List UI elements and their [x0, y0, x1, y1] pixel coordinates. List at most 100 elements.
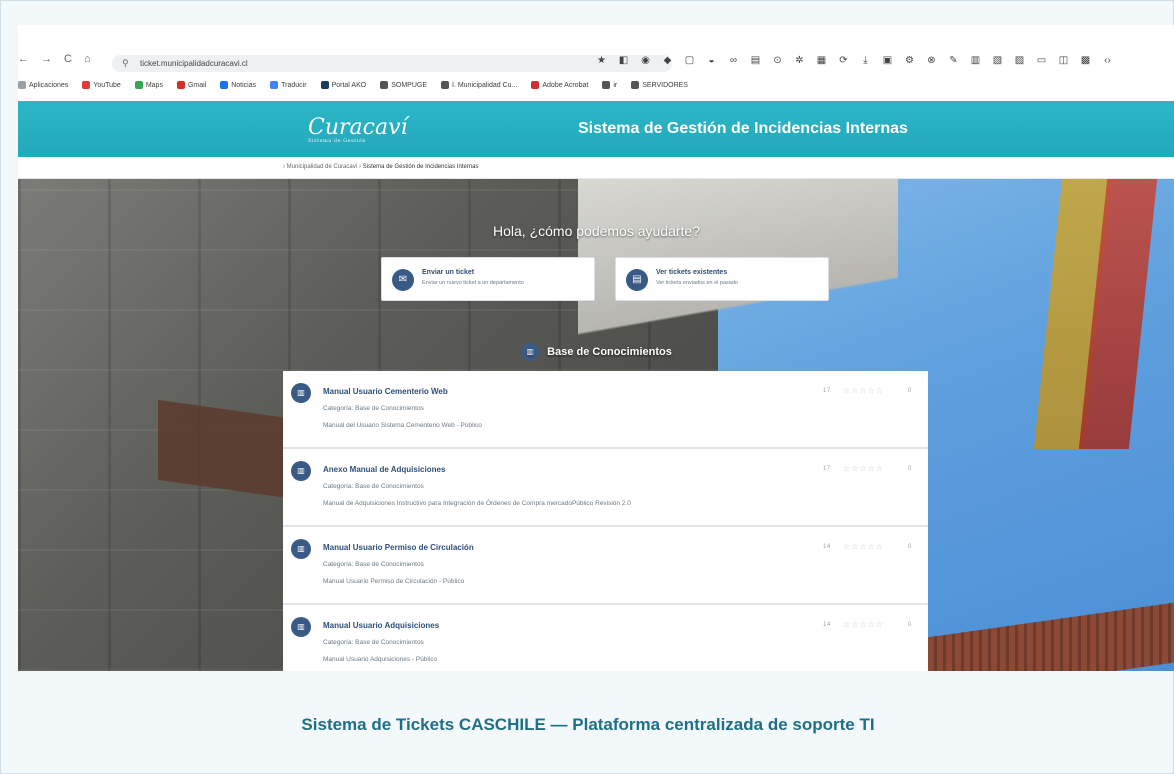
bookmark-item[interactable]: Traducir [270, 81, 307, 89]
kb-article-title[interactable]: Manual Usuario Adquisiciones [323, 621, 439, 630]
forward-button[interactable]: → [41, 53, 52, 65]
bookmark-favicon-icon [82, 81, 91, 89]
extension-icon[interactable]: ▢ [684, 55, 695, 66]
rating-stars-icon[interactable]: ☆☆☆☆☆ [843, 620, 884, 629]
rating-stars-icon[interactable]: ☆☆☆☆☆ [843, 542, 884, 551]
bookmark-item[interactable]: I. Municipalidad Cu... [441, 81, 517, 89]
send-ticket-subtitle: Enviar un nuevo ticket a un departamento [422, 280, 524, 286]
extension-icon[interactable]: ▨ [1014, 55, 1025, 66]
page-frame: ← → C ⌂ ⚲ ticket.municipalidadcuracavi.c… [0, 0, 1174, 774]
bookmark-favicon-icon [134, 81, 143, 89]
bookmark-item[interactable]: Portal AKO [320, 81, 366, 89]
site-logo[interactable]: Curacaví Sistema de Gestión [308, 115, 408, 144]
extension-icon[interactable]: ⟳ [838, 55, 849, 66]
kb-article-views: 0 [908, 466, 912, 472]
extension-icon[interactable]: ◉ [640, 55, 651, 66]
knowledge-base-heading: ▥ Base de Conocimientos [18, 343, 1174, 361]
breadcrumb-home-link[interactable]: Municipalidad de Curacaví [287, 164, 358, 170]
bookmark-label: SERVIDORES [642, 81, 688, 89]
extension-icon[interactable]: ◧ [618, 55, 629, 66]
kb-article-description: Manual de Adquisiciones Instructivo para… [323, 500, 631, 507]
kb-article-views: 0 [908, 622, 912, 628]
site-info-icon[interactable]: ⚲ [122, 58, 129, 69]
bookmark-item[interactable]: SERVIDORES [631, 81, 688, 89]
bookmark-favicon-icon [602, 81, 611, 89]
bookmark-label: Noticias [231, 81, 257, 89]
back-button[interactable]: ← [18, 53, 29, 65]
bookmark-item[interactable]: YouTube [82, 81, 121, 89]
kb-article[interactable]: ▥ Anexo Manual de Adquisiciones Categorí… [283, 449, 928, 527]
extension-icon[interactable]: ▩ [1080, 55, 1091, 66]
extension-icon[interactable]: ⊙ [772, 55, 783, 66]
kb-article[interactable]: ▥ Manual Usuario Cementerio Web Categorí… [283, 371, 928, 449]
home-button[interactable]: ⌂ [84, 53, 91, 65]
download-icon[interactable]: ⤓ [860, 55, 871, 66]
bookmark-label: Traducir [281, 81, 307, 89]
kb-article-description: Manual del Usuario Sistema Cementerio We… [323, 422, 482, 429]
screenshot: ← → C ⌂ ⚲ ticket.municipalidadcuracavi.c… [18, 25, 1174, 671]
url-text: ticket.municipalidadcuracavi.cl [140, 59, 248, 68]
bookmark-item[interactable]: Aplicaciones [18, 81, 68, 89]
extension-icon[interactable]: ▤ [750, 55, 761, 66]
kb-article-views: 0 [908, 544, 912, 550]
bookmark-star-icon[interactable]: ★ [596, 55, 607, 66]
ticket-list-icon: ▤ [626, 269, 648, 291]
kb-article-title[interactable]: Anexo Manual de Adquisiciones [323, 465, 445, 474]
bookmark-item[interactable]: SOMPUGE [380, 81, 427, 89]
browser-nav: ← → C ⌂ [18, 53, 91, 65]
kb-article[interactable]: ▥ Manual Usuario Permiso de Circulación … [283, 527, 928, 605]
address-bar[interactable]: ⚲ ticket.municipalidadcuracavi.cl [112, 55, 672, 72]
bookmark-label: Adobe Acrobat [542, 81, 589, 89]
view-tickets-subtitle: Ver tickets enviados en el pasado [656, 280, 738, 286]
kb-article-title[interactable]: Manual Usuario Cementerio Web [323, 387, 448, 396]
extension-icon[interactable]: ◫ [1058, 55, 1069, 66]
extension-icon[interactable]: ⊗ [926, 55, 937, 66]
bookmark-item[interactable]: Adobe Acrobat [531, 81, 588, 89]
extension-icon[interactable]: ▧ [992, 55, 1003, 66]
code-icon[interactable]: ‹› [1102, 55, 1113, 66]
bookmark-favicon-icon [220, 81, 229, 89]
bookmark-item[interactable]: ir [602, 81, 617, 89]
extension-icon[interactable]: ✎ [948, 55, 959, 66]
bookmark-favicon-icon [18, 81, 26, 89]
extension-icon[interactable]: ▣ [882, 55, 893, 66]
kb-article-category: Categoría: Base de Conocimientos [323, 561, 424, 568]
bookmark-label: Aplicaciones [29, 81, 69, 89]
book-icon: ▥ [291, 461, 311, 481]
bookmark-favicon-icon [441, 81, 449, 89]
extension-icon[interactable]: ∞ [728, 55, 739, 66]
kb-article-category: Categoría: Base de Conocimientos [323, 639, 424, 646]
send-ticket-card[interactable]: ✉ Enviar un ticket Enviar un nuevo ticke… [381, 257, 595, 301]
extension-icon[interactable]: ⚙ [904, 55, 915, 66]
extension-icon[interactable]: ▭ [1036, 55, 1047, 66]
kb-article-meta: 14 [823, 622, 831, 628]
breadcrumb: › Municipalidad de Curacaví › Sistema de… [18, 157, 1174, 179]
extension-icon[interactable]: ◒ [706, 55, 717, 66]
extensions-bar: ★ ◧ ◉ ◆ ▢ ◒ ∞ ▤ ⊙ ✲ ▦ ⟳ ⤓ ▣ ⚙ ⊗ ✎ ▥ ▧ ▨ [596, 55, 1113, 66]
book-icon: ▥ [291, 539, 311, 559]
view-tickets-card[interactable]: ▤ Ver tickets existentes Ver tickets env… [615, 257, 829, 301]
site-header: Curacaví Sistema de Gestión Sistema de G… [18, 101, 1174, 157]
book-icon: ▥ [291, 617, 311, 637]
extension-icon[interactable]: ▥ [970, 55, 981, 66]
bookmark-favicon-icon [270, 81, 279, 89]
kb-article[interactable]: ▥ Manual Usuario Adquisiciones Categoría… [283, 605, 928, 671]
bookmark-item[interactable]: Maps [134, 81, 163, 89]
kb-article-category: Categoría: Base de Conocimientos [323, 405, 424, 412]
rating-stars-icon[interactable]: ☆☆☆☆☆ [843, 386, 884, 395]
kb-article-meta: 17 [823, 388, 831, 394]
extension-icon[interactable]: ◆ [662, 55, 673, 66]
extension-icon[interactable]: ✲ [794, 55, 805, 66]
reload-button[interactable]: C [64, 53, 72, 65]
book-icon: ▥ [291, 383, 311, 403]
breadcrumb-trail: › Municipalidad de Curacaví › Sistema de… [283, 164, 478, 170]
new-ticket-icon: ✉ [392, 269, 414, 291]
bookmark-item[interactable]: Gmail [176, 81, 207, 89]
kb-article-title[interactable]: Manual Usuario Permiso de Circulación [323, 543, 474, 552]
kb-article-views: 0 [908, 388, 912, 394]
rating-stars-icon[interactable]: ☆☆☆☆☆ [843, 464, 884, 473]
logo-text: Curacaví [308, 115, 408, 140]
extension-icon[interactable]: ▦ [816, 55, 827, 66]
bookmark-label: Gmail [187, 81, 207, 89]
bookmark-item[interactable]: Noticias [220, 81, 256, 89]
